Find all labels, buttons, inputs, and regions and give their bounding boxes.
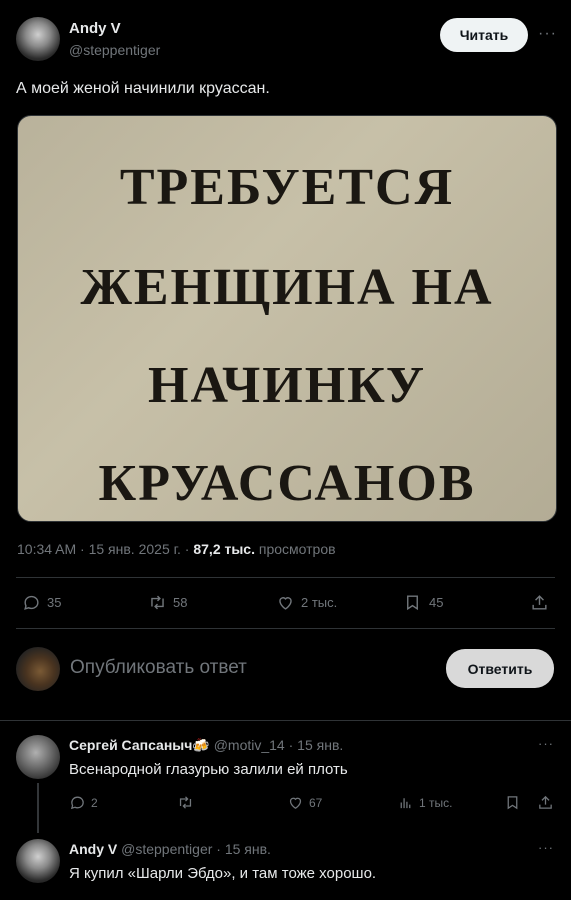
reply-author-name[interactable]: Сергей Сапсаныч bbox=[69, 737, 192, 753]
divider bbox=[0, 720, 571, 721]
reply-text: Всенародной глазурью залили ей плоть bbox=[69, 761, 348, 778]
image-line-3: НАЧИНКУ bbox=[148, 357, 426, 414]
retweet-action[interactable]: 58 bbox=[148, 593, 187, 612]
reply-date[interactable]: · 15 янв. bbox=[289, 737, 344, 753]
reply-author-handle[interactable]: @steppentiger bbox=[121, 841, 212, 857]
author-avatar[interactable] bbox=[16, 17, 60, 61]
tweet-time[interactable]: 10:34 AM · 15 янв. 2025 г. · bbox=[17, 541, 193, 557]
author-handle[interactable]: @steppentiger bbox=[69, 42, 160, 58]
reply-author-handle[interactable]: @motiv_14 bbox=[214, 737, 285, 753]
share-icon bbox=[539, 795, 552, 809]
divider bbox=[16, 577, 555, 578]
share-icon bbox=[532, 595, 547, 610]
image-line-1: ТРЕБУЕТСЯ bbox=[119, 159, 455, 216]
views-icon bbox=[400, 798, 411, 809]
reply-share-action[interactable] bbox=[537, 794, 554, 811]
bookmark-action[interactable]: 45 bbox=[403, 593, 443, 612]
image-line-2: ЖЕНЩИНА НА bbox=[80, 259, 494, 316]
bookmark-icon bbox=[407, 595, 418, 611]
reply-count: 35 bbox=[47, 595, 62, 610]
reply-more-icon[interactable]: ··· bbox=[538, 736, 554, 751]
views-label: просмотров bbox=[255, 541, 336, 557]
reply-reply-action[interactable]: 2 bbox=[69, 794, 98, 811]
heart-icon bbox=[289, 797, 302, 809]
reply-input[interactable]: Опубликовать ответ bbox=[70, 657, 247, 679]
share-action[interactable] bbox=[530, 593, 549, 612]
tweet-meta: 10:34 AM · 15 янв. 2025 г. · 87,2 тыс. п… bbox=[17, 541, 336, 557]
reply-author-emoji: 🍻 bbox=[192, 737, 210, 753]
read-button[interactable]: Читать bbox=[440, 18, 528, 52]
retweet-count: 58 bbox=[173, 595, 188, 610]
reply-icon bbox=[24, 595, 39, 610]
reply-icon bbox=[70, 796, 84, 810]
my-avatar[interactable] bbox=[16, 647, 60, 691]
retweet-icon bbox=[179, 796, 192, 809]
bookmark-count: 45 bbox=[429, 595, 444, 610]
reply-text: Я купил «Шарли Эбдо», и там тоже хорошо. bbox=[69, 865, 377, 882]
divider bbox=[16, 628, 555, 629]
author-name[interactable]: Andy V bbox=[69, 20, 121, 37]
like-action[interactable]: 2 тыс. bbox=[276, 593, 337, 612]
reply-reply-count: 2 bbox=[91, 795, 98, 810]
reply-retweet-action[interactable] bbox=[177, 794, 199, 811]
retweet-icon bbox=[151, 595, 164, 610]
reply-avatar[interactable] bbox=[16, 839, 60, 883]
thread-line bbox=[37, 783, 39, 833]
reply-action[interactable]: 35 bbox=[22, 593, 61, 612]
reply-avatar[interactable] bbox=[16, 735, 60, 779]
reply-date[interactable]: · 15 янв. bbox=[216, 841, 271, 857]
image-line-4: КРУАССАНОВ bbox=[98, 455, 476, 512]
reply-views-count: 1 тыс. bbox=[419, 795, 453, 810]
reply-header: Andy V @steppentiger · 15 янв. bbox=[69, 841, 271, 857]
reply-more-icon[interactable]: ··· bbox=[538, 840, 554, 855]
heart-icon bbox=[279, 597, 292, 610]
reply-bookmark-action[interactable] bbox=[504, 794, 521, 811]
reply-like-action[interactable]: 67 bbox=[287, 794, 322, 811]
views-count: 87,2 тыс. bbox=[193, 541, 255, 557]
tweet-text: А моей женой начинили круассан. bbox=[16, 80, 270, 97]
reply-button[interactable]: Ответить bbox=[446, 649, 554, 688]
like-count: 2 тыс. bbox=[301, 595, 338, 610]
bookmark-icon bbox=[507, 796, 518, 810]
more-icon[interactable]: ··· bbox=[538, 25, 557, 43]
tweet-image[interactable]: ТРЕБУЕТСЯ ЖЕНЩИНА НА НАЧИНКУ КРУАССАНОВ bbox=[17, 115, 557, 522]
reply-header: Сергей Сапсаныч🍻 @motiv_14 · 15 янв. bbox=[69, 737, 343, 754]
reply-like-count: 67 bbox=[309, 795, 323, 810]
reply-author-name[interactable]: Andy V bbox=[69, 841, 117, 857]
reply-views-action[interactable]: 1 тыс. bbox=[397, 794, 452, 811]
